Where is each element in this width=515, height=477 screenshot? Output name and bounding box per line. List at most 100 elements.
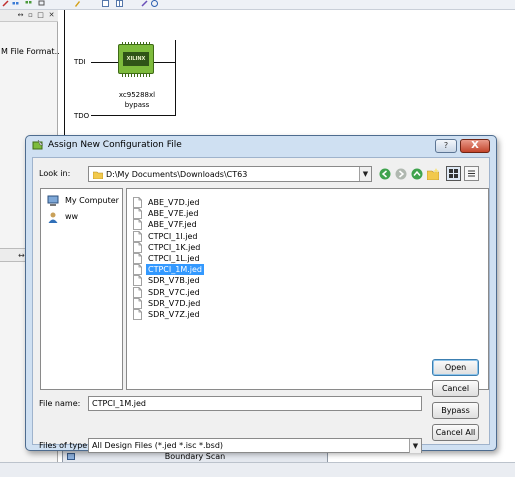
dialog-title: Assign New Configuration File [48,140,182,150]
file-icon [133,264,142,276]
up-folder-icon[interactable] [411,168,423,180]
toolbar-wand-icon[interactable] [141,0,148,7]
file-icon [133,208,142,220]
folder-icon [93,171,103,179]
file-item[interactable]: ABE_V7F.jed [133,219,207,231]
app-toolbar [0,0,515,10]
dialog-body: Look in: D:\My Documents\Downloads\CT63 … [32,157,490,453]
file-name: SDR_V7D.jed [148,298,201,308]
toolbar-chain-icon[interactable] [38,0,45,7]
chip-program-icon [32,140,44,150]
tdi-label: TDI [74,58,86,66]
file-name-input[interactable]: CTPCI_1M.jed [88,396,422,411]
tdo-line [91,115,176,116]
user-icon [48,212,58,223]
cancel-all-button[interactable]: Cancel All [432,424,479,441]
detail-view-icon [468,170,475,177]
file-name: CTPCI_1L.jed [148,254,200,263]
cancel-button[interactable]: Cancel [432,380,479,397]
chevron-down-icon[interactable]: ▼ [409,439,421,453]
pane-close-icon[interactable]: ✕ [48,12,55,19]
file-name: SDR_V7C.jed [148,287,200,297]
toolbar-help-icon[interactable] [151,0,158,7]
file-name: SDR_V7Z.jed [148,310,200,319]
assign-config-dialog: Assign New Configuration File ? X Look i… [25,135,497,453]
file-item[interactable]: SDR_V7B.jed [133,275,207,287]
places-sidebar: My Computer ww [40,188,123,390]
file-item[interactable]: CTPCI_1I.jed [133,230,207,242]
pane-minimize-icon[interactable]: ▫ [27,12,34,19]
file-icon [133,241,142,253]
list-view-icon [449,169,458,178]
pane-restore-icon[interactable]: □ [37,12,44,19]
new-folder-icon[interactable] [427,168,439,180]
pane-swap-icon[interactable]: ↔ [17,12,24,19]
file-icon [133,253,142,264]
file-item[interactable]: ABE_V7D.jed [133,197,207,208]
files-of-type-value: All Design Files (*.jed *.isc *.bsd) [92,441,224,450]
file-icon [133,297,142,309]
look-in-dropdown[interactable]: D:\My Documents\Downloads\CT63 ▼ [88,166,372,182]
file-icon [133,309,142,320]
help-button[interactable]: ? [435,139,457,153]
xilinx-logo: XILINX [123,52,149,66]
chevron-down-icon[interactable]: ▼ [359,167,371,181]
computer-icon [47,195,59,206]
toolbar-edit-icon[interactable] [74,0,81,7]
file-name: ABE_V7D.jed [148,198,200,207]
toolbar-layout-icon[interactable] [25,0,32,7]
chain-left-rail [64,10,65,150]
file-icon [133,230,142,242]
left-panel-header: ↔ ▫ □ ✕ [0,10,58,22]
bypass-button[interactable]: Bypass [432,402,479,419]
sidebar-item-my-computer[interactable]: My Computer [47,195,123,209]
file-icon [133,275,142,287]
splitter-arrows-icon: ↔ [18,251,25,260]
file-item[interactable]: ABE_V7E.jed [133,208,207,220]
file-name-label: File name: [39,399,81,408]
open-button[interactable]: Open [432,359,479,376]
file-name: CTPCI_1M.jed [145,263,205,277]
tdo-label: TDO [74,112,90,120]
toolbar-grid-icon[interactable] [12,0,19,7]
chip-out-line [154,62,175,63]
file-name: CTPCI_1K.jed [148,242,201,252]
file-name: CTPCI_1I.jed [148,231,198,241]
look-in-label: Look in: [39,169,71,178]
file-format-item[interactable]: M File Format... [1,47,62,56]
chip-name-label: xc95288xl [118,91,156,99]
dialog-title-bar[interactable]: Assign New Configuration File ? X [26,136,496,156]
file-item[interactable]: CTPCI_1L.jed [133,253,207,264]
files-of-type-label: Files of type: [39,441,90,450]
file-item[interactable]: SDR_V7C.jed [133,286,207,298]
file-item[interactable]: CTPCI_1M.jed [133,263,207,277]
sidebar-item-label: ww [65,212,79,221]
file-item[interactable]: SDR_V7D.jed [133,297,207,309]
toolbar-tool-icon[interactable] [2,0,9,7]
sidebar-item-label: My Computer [65,196,119,205]
device-chip[interactable]: XILINX [118,42,154,77]
boundary-scan-tab-label: Boundary Scan [164,452,226,461]
file-name: SDR_V7B.jed [148,276,200,286]
chip-mode-label: bypass [124,101,150,109]
back-arrow-icon[interactable] [379,168,391,180]
file-item[interactable]: CTPCI_1K.jed [133,241,207,253]
forward-arrow-icon[interactable] [395,168,407,180]
look-in-path: D:\My Documents\Downloads\CT63 [106,170,248,179]
toolbar-window-icon[interactable] [102,0,109,7]
file-name: ABE_V7E.jed [148,209,199,219]
tdi-line [91,62,118,63]
file-icon [133,197,142,208]
files-of-type-dropdown[interactable]: All Design Files (*.jed *.isc *.bsd) ▼ [88,438,422,453]
close-button[interactable]: X [460,139,490,153]
toolbar-split-icon[interactable] [116,0,123,7]
detail-view-button[interactable] [464,166,479,181]
status-bar [0,462,515,477]
list-view-button[interactable] [446,166,461,181]
file-icon [133,286,142,298]
chain-right-rail [175,40,176,115]
sidebar-item-ww[interactable]: ww [47,211,123,225]
file-item[interactable]: SDR_V7Z.jed [133,309,207,320]
chip-top-pins [122,42,152,45]
file-name: ABE_V7F.jed [148,220,197,230]
